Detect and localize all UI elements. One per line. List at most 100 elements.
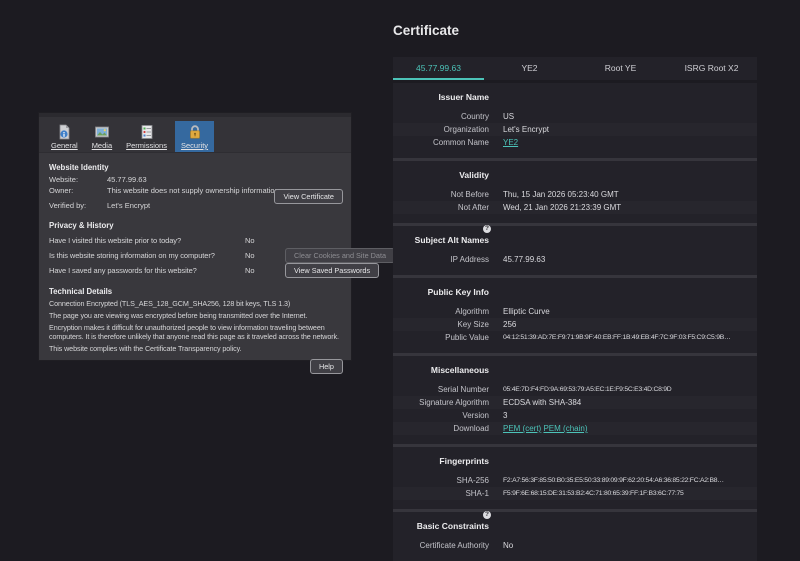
privacy-row: Is this website storing information on m… [49, 247, 396, 263]
tab-security[interactable]: Security [174, 121, 215, 152]
cert-value-link[interactable]: PEM (cert) [503, 424, 541, 433]
help-button[interactable]: Help [309, 358, 343, 374]
clear-cookies-and-site-data-button[interactable]: Clear Cookies and Site Data [285, 247, 396, 263]
cert-value-text: US [503, 112, 515, 121]
technical-details-heading: Technical Details [49, 286, 113, 296]
cert-field-label: Organization [443, 125, 489, 134]
cert-field-label: Algorithm [455, 307, 489, 316]
technical-details-line: This website complies with the Certifica… [49, 344, 242, 354]
cert-section-header-spacer [503, 285, 757, 300]
cert-field-value: 3 [503, 409, 757, 422]
cert-field-value: F5:9F:6E:68:15:DE:31:53:B2:4C:71:80:65:3… [503, 487, 757, 500]
cert-section-title-cell: Subject Alt Names? [393, 225, 503, 248]
page-info-dialog: General Media Permissions Security Website … [38, 112, 396, 374]
cert-field-row: Certificate Authority No [393, 539, 757, 552]
cert-field-row: Key Size 256 [393, 318, 757, 331]
cert-section-title: Validity [459, 170, 489, 180]
identity-value: 45.77.99.63 [107, 175, 147, 184]
cert-section-subject-alt-names: Subject Alt Names? IP Address 45.77.99.63 [393, 223, 757, 275]
identity-row: Website: 45.77.99.63 [49, 175, 343, 186]
cert-value-link[interactable]: PEM (chain) [543, 424, 587, 433]
page-info-tab-bar: General Media Permissions Security [39, 113, 351, 153]
certificate-title: Certificate [393, 23, 460, 38]
cert-field-value: 04:12:51:39:AD:7E:F9:71:9B:9F:40:EB:FF:1… [503, 331, 757, 344]
cert-field-row: IP Address 45.77.99.63 [393, 253, 757, 266]
cert-section-public-key-info: Public Key Info Algorithm Elliptic Curve Ke… [393, 275, 757, 353]
cert-field-label: Version [462, 411, 489, 420]
privacy-question: Have I saved any passwords for this webs… [49, 265, 197, 275]
cert-field-label: Public Value [445, 333, 489, 342]
cert-section-title-wrap: Fingerprints [439, 454, 489, 469]
privacy-answer: No [245, 250, 255, 260]
lock-icon [187, 124, 203, 140]
cert-field-value: US [503, 110, 757, 123]
help-circle-icon[interactable]: ? [483, 511, 491, 519]
cert-section-title-wrap: Issuer Name [438, 90, 489, 105]
technical-details-line: Connection Encrypted (TLS_AES_128_GCM_SH… [49, 298, 291, 308]
tab-label-security: Security [180, 141, 209, 150]
cert-section-header: Basic Constraints? [393, 511, 757, 534]
cert-value-text: Elliptic Curve [503, 307, 550, 316]
cert-value-text: ECDSA with SHA-384 [503, 398, 582, 407]
cert-value-text: No [503, 541, 514, 550]
permissions-icon [139, 124, 155, 140]
cert-section-header: Validity [393, 168, 757, 183]
tab-general[interactable]: General [45, 121, 84, 152]
cert-tab-45-77-99-63[interactable]: 45.77.99.63 [393, 57, 484, 80]
cert-value-text: Thu, 15 Jan 2026 05:23:40 GMT [503, 190, 619, 199]
privacy-history-rows: Have I visited this website prior to tod… [49, 233, 396, 278]
cert-field-row: Not After Wed, 21 Jan 2026 21:23:39 GMT [393, 201, 757, 214]
tab-permissions[interactable]: Permissions [120, 121, 173, 152]
cert-value-text: 256 [503, 320, 517, 329]
cert-section-header: Miscellaneous [393, 363, 757, 378]
cert-section-header-spacer [503, 233, 757, 248]
cert-section-title-cell: Issuer Name [393, 90, 503, 105]
cert-field-label: SHA-1 [465, 489, 489, 498]
cert-tab-ye2[interactable]: YE2 [484, 57, 575, 80]
tab-label-media: Media [91, 141, 113, 150]
cert-section-title-cell: Public Key Info [393, 285, 503, 300]
cert-field-value: Thu, 15 Jan 2026 05:23:40 GMT [503, 188, 757, 201]
cert-section-title-wrap: Basic Constraints? [417, 511, 491, 534]
cert-section-header-spacer [503, 454, 757, 469]
cert-value-text: Wed, 21 Jan 2026 21:23:39 GMT [503, 203, 622, 212]
cert-section-issuer-name: Issuer Name Country US Organization Let's En… [393, 83, 757, 158]
cert-value-text: 45.77.99.63 [503, 255, 546, 264]
tab-media[interactable]: Media [86, 121, 118, 152]
cert-value-text: Let's Encrypt [503, 125, 549, 134]
certificate-chain-tab-bar: 45.77.99.63 YE2 Root YE ISRG Root X2 [393, 57, 757, 80]
cert-section-title-cell: Validity [393, 168, 503, 183]
security-tab-content: Website Identity Website: 45.77.99.63 Owne… [39, 153, 396, 374]
cert-tab-root-ye[interactable]: Root YE [575, 57, 666, 80]
cert-section-title-cell: Miscellaneous [393, 363, 503, 378]
view-certificate-button[interactable]: View Certificate [274, 189, 343, 204]
cert-field-row: Algorithm Elliptic Curve [393, 305, 757, 318]
cert-tab-isrg-root-x2[interactable]: ISRG Root X2 [666, 57, 757, 80]
cert-field-value: ECDSA with SHA-384 [503, 396, 757, 409]
cert-section-title-cell: Fingerprints [393, 454, 503, 469]
privacy-button-slot: View Saved Passwords [285, 262, 380, 278]
cert-field-label: IP Address [450, 255, 489, 264]
cert-field-row: Public Value 04:12:51:39:AD:7E:F9:71:9B:9… [393, 331, 757, 344]
view-saved-passwords-button[interactable]: View Saved Passwords [285, 262, 380, 278]
cert-field-value: 05:4E:7D:F4:FD:9A:69:53:79:A5:EC:1E:F9:5… [503, 383, 757, 396]
help-circle-icon[interactable]: ? [483, 225, 491, 233]
cert-section-header: Fingerprints [393, 454, 757, 469]
cert-section-fingerprints: Fingerprints SHA-256 F2:A7:56:3F:85:50:B0:… [393, 444, 757, 509]
media-icon [94, 124, 110, 140]
cert-field-label: Signature Algorithm [419, 398, 489, 407]
cert-field-value: Wed, 21 Jan 2026 21:23:39 GMT [503, 201, 757, 214]
cert-field-value: YE2 [503, 136, 757, 149]
cert-field-row: SHA-256 F2:A7:56:3F:85:50:B0:35:E5:50:33:… [393, 474, 757, 487]
cert-value-text: F5:9F:6E:68:15:DE:31:53:B2:4C:71:80:65:3… [503, 490, 684, 497]
privacy-button-slot: Clear Cookies and Site Data [285, 247, 396, 263]
cert-field-row: Serial Number 05:4E:7D:F4:FD:9A:69:53:79:… [393, 383, 757, 396]
cert-field-row: SHA-1 F5:9F:6E:68:15:DE:31:53:B2:4C:71:80… [393, 487, 757, 500]
cert-field-row: Common Name YE2 [393, 136, 757, 149]
identity-label: Owner: [49, 185, 74, 195]
cert-value-link[interactable]: YE2 [503, 138, 518, 147]
technical-details-line: The page you are viewing was encrypted b… [49, 310, 308, 320]
cert-section-title: Public Key Info [427, 287, 489, 297]
cert-field-row: Not Before Thu, 15 Jan 2026 05:23:40 GMT [393, 188, 757, 201]
cert-section-header: Issuer Name [393, 90, 757, 105]
